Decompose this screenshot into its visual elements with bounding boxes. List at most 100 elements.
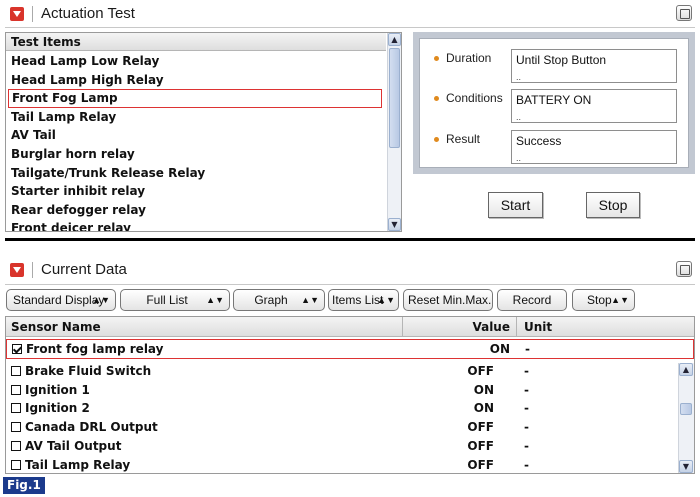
test-item[interactable]: AV Tail bbox=[6, 126, 386, 145]
sensor-value: ON bbox=[473, 401, 494, 416]
sensor-unit: - bbox=[524, 438, 529, 453]
sensor-name: Tail Lamp Relay bbox=[25, 457, 131, 472]
result-row: Result Success bbox=[420, 130, 688, 166]
sensor-value: ON bbox=[473, 382, 494, 397]
checkbox[interactable] bbox=[11, 366, 21, 376]
conditions-value: BATTERY ON bbox=[511, 89, 677, 123]
value-column-header[interactable]: Value bbox=[472, 317, 510, 337]
column-separator bbox=[516, 317, 517, 336]
sensor-unit: - bbox=[524, 401, 529, 416]
collapse-actuation-button[interactable] bbox=[10, 7, 24, 21]
sensor-name: Ignition 1 bbox=[25, 382, 90, 397]
sensor-value: OFF bbox=[467, 457, 494, 472]
duration-value: Until Stop Button bbox=[511, 49, 677, 83]
test-items-scrollbar[interactable]: ▲ ▼ bbox=[387, 33, 401, 231]
chevron-down-icon bbox=[13, 267, 21, 273]
actuation-test-header: Actuation Test bbox=[5, 2, 695, 26]
actuation-info-panel: Duration Until Stop Button Conditions BA… bbox=[413, 32, 695, 174]
current-data-title: Current Data bbox=[32, 262, 127, 278]
full-list-select[interactable]: Full List ▲▼ bbox=[120, 289, 230, 311]
checkbox[interactable] bbox=[11, 459, 21, 470]
sensor-value: OFF bbox=[467, 420, 494, 435]
checkbox[interactable] bbox=[11, 422, 21, 433]
test-items-header: Test Items bbox=[6, 33, 386, 51]
duration-label: Duration bbox=[446, 51, 492, 65]
chevron-down-icon bbox=[13, 11, 21, 17]
checkbox-checked[interactable] bbox=[12, 344, 22, 354]
updown-icon: ▲▼ bbox=[377, 295, 395, 305]
header-divider bbox=[5, 27, 695, 28]
sensor-row[interactable]: AV Tail Output OFF - bbox=[6, 437, 678, 456]
actuation-test-title: Actuation Test bbox=[32, 6, 135, 22]
test-item[interactable]: Tail Lamp Relay bbox=[6, 108, 386, 127]
test-item[interactable]: Rear defogger relay bbox=[6, 201, 386, 220]
sensor-row[interactable]: Ignition 1 ON - bbox=[6, 381, 678, 400]
sensor-value: ON bbox=[489, 342, 510, 356]
updown-icon: ▲▼ bbox=[611, 295, 629, 305]
updown-icon: ▲▼ bbox=[92, 295, 110, 305]
sensor-name: Brake Fluid Switch bbox=[25, 364, 152, 378]
sensor-unit: - bbox=[525, 342, 530, 356]
sensor-unit: - bbox=[524, 420, 529, 435]
scroll-thumb[interactable] bbox=[680, 403, 692, 415]
record-button[interactable]: Record bbox=[497, 289, 567, 311]
scroll-up-icon[interactable]: ▲ bbox=[388, 33, 401, 46]
sensor-value: OFF bbox=[467, 438, 494, 453]
maximize-current-data-button[interactable] bbox=[676, 261, 692, 277]
result-value: Success bbox=[511, 130, 677, 164]
updown-icon: ▲▼ bbox=[206, 295, 224, 305]
test-item[interactable]: Head Lamp Low Relay bbox=[6, 52, 386, 71]
sensor-unit: - bbox=[524, 364, 529, 378]
conditions-label: Conditions bbox=[446, 91, 503, 105]
test-item[interactable]: Front Fog Lamp bbox=[8, 89, 382, 108]
sensor-value: OFF bbox=[467, 364, 494, 378]
sensor-row[interactable]: Canada DRL Output OFF - bbox=[6, 418, 678, 437]
conditions-row: Conditions BATTERY ON bbox=[420, 89, 688, 125]
bullet-icon bbox=[434, 96, 439, 101]
pinned-sensor-row[interactable]: Front fog lamp relay ON - bbox=[6, 339, 694, 359]
test-item[interactable]: Head Lamp High Relay bbox=[6, 71, 386, 90]
test-items-list: Test Items Head Lamp Low Relay Head Lamp … bbox=[5, 32, 402, 232]
section-divider bbox=[5, 238, 695, 241]
checkbox[interactable] bbox=[11, 384, 21, 395]
sensor-name-column-header[interactable]: Sensor Name bbox=[11, 317, 101, 337]
checkbox[interactable] bbox=[11, 403, 21, 414]
sensor-row[interactable]: Brake Fluid Switch OFF - bbox=[6, 362, 678, 381]
items-list-select[interactable]: Items List ▲▼ bbox=[328, 289, 399, 311]
unit-column-header[interactable]: Unit bbox=[524, 317, 552, 337]
result-label: Result bbox=[446, 132, 481, 146]
column-separator bbox=[402, 317, 403, 336]
sensor-unit: - bbox=[524, 457, 529, 472]
standard-display-select[interactable]: Standard Display ▲▼ bbox=[6, 289, 116, 311]
sensor-unit: - bbox=[524, 382, 529, 397]
header-divider bbox=[5, 284, 695, 285]
start-button[interactable]: Start bbox=[488, 192, 543, 218]
collapse-current-data-button[interactable] bbox=[10, 263, 24, 277]
sensor-name: AV Tail Output bbox=[25, 438, 122, 453]
scroll-up-icon[interactable]: ▲ bbox=[679, 363, 693, 376]
bullet-icon bbox=[434, 56, 439, 61]
sensor-grid-scrollbar[interactable]: ▲ ▼ bbox=[678, 363, 694, 473]
test-item[interactable]: Burglar horn relay bbox=[6, 145, 386, 164]
test-item[interactable]: Front deicer relay bbox=[6, 219, 386, 231]
graph-select[interactable]: Graph ▲▼ bbox=[233, 289, 325, 311]
sensor-row[interactable]: Tail Lamp Relay OFF - bbox=[6, 456, 678, 474]
updown-icon: ▲▼ bbox=[301, 295, 319, 305]
current-data-header: Current Data bbox=[5, 258, 695, 282]
checkbox[interactable] bbox=[11, 440, 21, 451]
reset-minmax-button[interactable]: Reset Min.Max. bbox=[403, 289, 493, 311]
duration-row: Duration Until Stop Button bbox=[420, 49, 688, 85]
scroll-down-icon[interactable]: ▼ bbox=[388, 218, 401, 231]
scroll-thumb[interactable] bbox=[389, 48, 400, 148]
test-item[interactable]: Tailgate/Trunk Release Relay bbox=[6, 164, 386, 183]
sensor-row[interactable]: Ignition 2 ON - bbox=[6, 399, 678, 418]
sensor-name: Front fog lamp relay bbox=[26, 342, 164, 356]
maximize-actuation-button[interactable] bbox=[676, 5, 692, 21]
stop-select[interactable]: Stop ▲▼ bbox=[572, 289, 635, 311]
bullet-icon bbox=[434, 137, 439, 142]
sensor-name: Ignition 2 bbox=[25, 401, 90, 416]
test-item[interactable]: Starter inhibit relay bbox=[6, 182, 386, 201]
sensor-grid-header: Sensor Name Value Unit bbox=[6, 317, 694, 337]
scroll-down-icon[interactable]: ▼ bbox=[679, 460, 693, 473]
stop-button[interactable]: Stop bbox=[586, 192, 640, 218]
